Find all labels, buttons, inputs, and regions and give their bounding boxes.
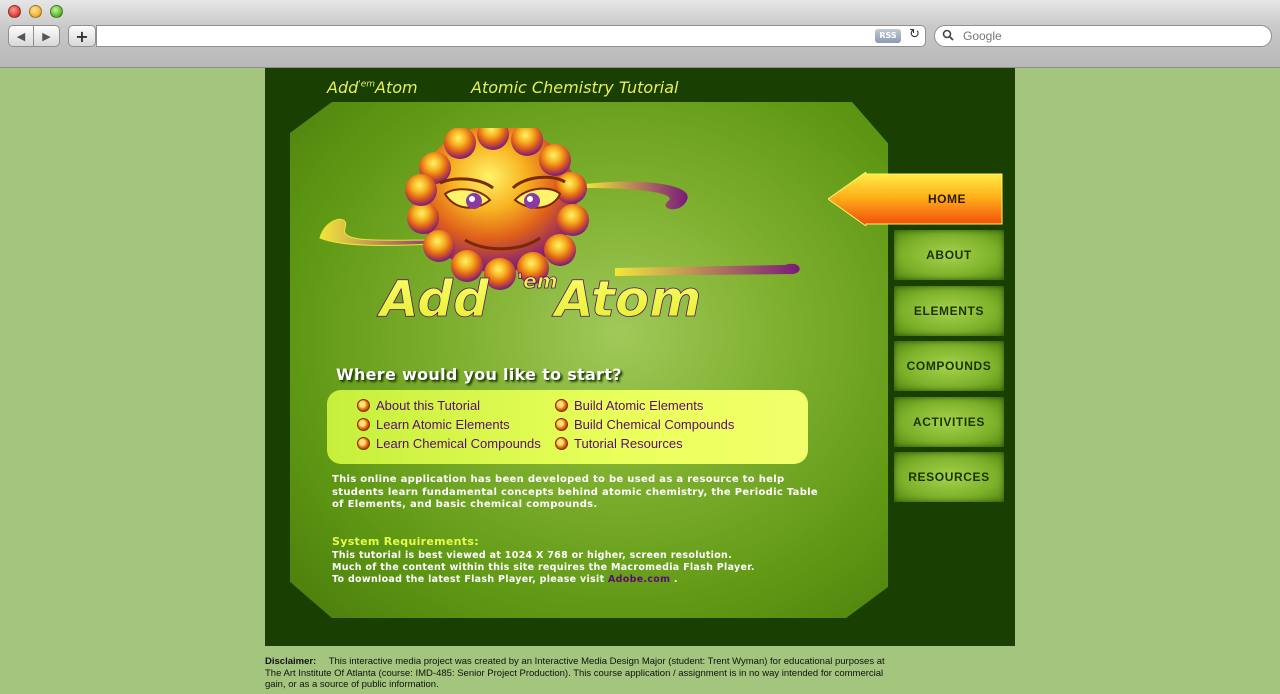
nav-resources[interactable]: RESOURCES [893, 451, 1005, 503]
address-bar[interactable]: RSS ↻ [96, 25, 926, 47]
nav-elements[interactable]: ELEMENTS [893, 285, 1005, 337]
site-description: This online application has been develop… [332, 474, 818, 510]
bullet-icon [555, 399, 568, 412]
link-build-elements[interactable]: Build Atomic Elements [555, 396, 734, 415]
search-input[interactable]: Google [934, 25, 1272, 47]
sysreq-line-1: This tutorial is best viewed at 1024 X 7… [332, 550, 733, 561]
bullet-icon [357, 399, 370, 412]
nav-compounds[interactable]: COMPOUNDS [893, 340, 1005, 392]
bullet-icon [357, 437, 370, 450]
link-about-tutorial[interactable]: About this Tutorial [357, 396, 541, 415]
plus-icon: + [75, 26, 89, 46]
nav-home[interactable]: HOME [905, 192, 989, 206]
back-button[interactable]: ◀ [8, 25, 34, 47]
bullet-icon [555, 418, 568, 431]
forward-arrow-icon: ▶ [42, 29, 51, 43]
nav-about[interactable]: ABOUT [893, 229, 1005, 281]
adobe-link[interactable]: Adobe.com [608, 574, 670, 585]
disclaimer-text: This interactive media project was creat… [265, 656, 885, 690]
site-tagline: Atomic Chemistry Tutorial [471, 78, 679, 97]
add-bookmark-button[interactable]: + [68, 25, 96, 47]
nav-activities[interactable]: ACTIVITIES [893, 396, 1005, 448]
bullet-icon [555, 437, 568, 450]
close-window-button[interactable] [8, 5, 21, 18]
svg-text:Atom: Atom [551, 270, 701, 328]
sysreq-title: System Requirements: [332, 535, 479, 548]
site-header: Add'emAtom Atomic Chemistry Tutorial [265, 68, 1015, 102]
svg-text:Add: Add [376, 270, 490, 328]
reload-icon[interactable]: ↻ [909, 27, 920, 42]
disclaimer-label: Disclaimer: [265, 656, 317, 667]
start-links-left: About this Tutorial Learn Atomic Element… [357, 396, 541, 453]
zoom-window-button[interactable] [50, 5, 63, 18]
start-question: Where would you like to start? [336, 365, 622, 384]
forward-button[interactable]: ▶ [33, 25, 60, 47]
search-icon [942, 29, 954, 41]
start-links-box: About this Tutorial Learn Atomic Element… [327, 390, 808, 464]
link-build-compounds[interactable]: Build Chemical Compounds [555, 415, 734, 434]
site-container: Add'emAtom Atomic Chemistry Tutorial Add… [265, 68, 1015, 646]
start-links-right: Build Atomic Elements Build Chemical Com… [555, 396, 734, 453]
sysreq-text: This tutorial is best viewed at 1024 X 7… [332, 550, 852, 586]
search-placeholder: Google [963, 29, 1002, 43]
browser-toolbar: ◀ ▶ + RSS ↻ Google [0, 0, 1280, 68]
link-learn-elements[interactable]: Learn Atomic Elements [357, 415, 541, 434]
back-arrow-icon: ◀ [16, 29, 26, 43]
svg-text:'em: 'em [517, 269, 558, 293]
addem-atom-logo: Add 'em Atom [319, 128, 800, 328]
rss-button[interactable]: RSS [875, 29, 901, 43]
disclaimer: Disclaimer: This interactive media proje… [265, 656, 895, 691]
sysreq-line-2: Much of the content within this site req… [332, 562, 755, 573]
minimize-window-button[interactable] [29, 5, 42, 18]
sysreq-line-3: To download the latest Flash Player, ple… [332, 574, 678, 585]
link-tutorial-resources[interactable]: Tutorial Resources [555, 434, 734, 453]
link-learn-compounds[interactable]: Learn Chemical Compounds [357, 434, 541, 453]
site-brand[interactable]: Add'emAtom [327, 78, 418, 97]
bullet-icon [357, 418, 370, 431]
